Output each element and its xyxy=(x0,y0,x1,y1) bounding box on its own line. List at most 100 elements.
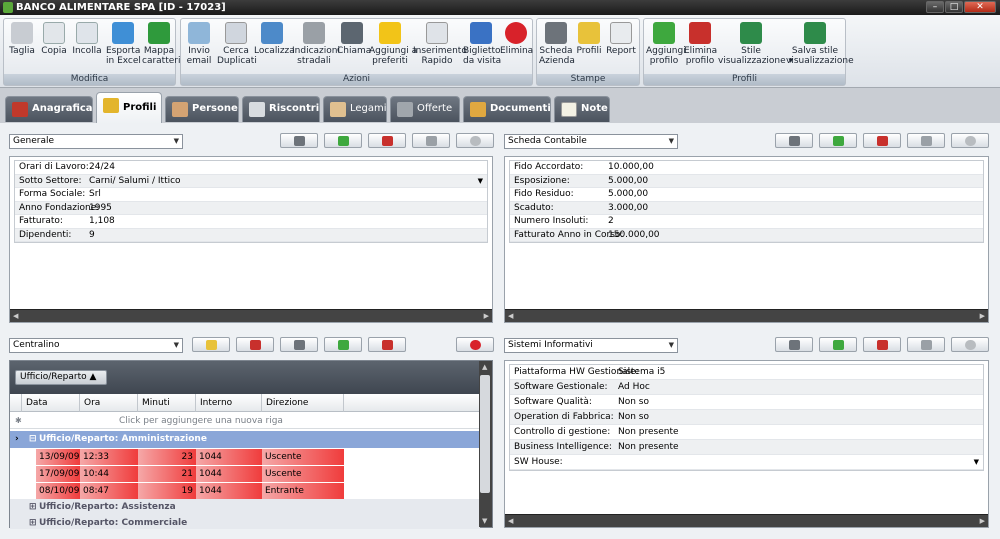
field-row[interactable]: Esposizione: 5.000,00 xyxy=(510,174,983,188)
vertical-scrollbar[interactable]: ▲ ▼ xyxy=(479,361,492,527)
field-value[interactable]: 1,108 xyxy=(89,215,115,228)
new-row[interactable]: ✱ Click per aggiungere una nuova riga xyxy=(10,413,480,429)
profile-combo-sistemi[interactable]: Sistemi Informativi ▼ xyxy=(504,338,678,353)
save-profile-button[interactable] xyxy=(907,337,945,352)
table-cell[interactable]: 1044 xyxy=(196,483,262,499)
field-row[interactable]: SW House: ▼ xyxy=(510,455,983,470)
profile-combo-contabile[interactable]: Scheda Contabile ▼ xyxy=(504,134,678,149)
field-row[interactable]: Business Intelligence: Non presente xyxy=(510,440,983,455)
close-button[interactable]: ✕ xyxy=(964,1,996,13)
table-cell[interactable]: 21 xyxy=(138,466,196,482)
delete-button[interactable]: Elimina xyxy=(500,22,533,56)
table-row[interactable]: 08/10/09 08:47 19 1044 Entrante xyxy=(10,483,480,499)
arrow-right-icon[interactable]: ▶ xyxy=(980,312,985,320)
field-row[interactable]: Orari di Lavoro: 24/24 xyxy=(15,161,487,175)
table-row[interactable]: 17/09/09 10:44 21 1044 Uscente xyxy=(10,466,480,482)
chevron-down-icon[interactable]: ▼ xyxy=(478,175,483,188)
field-row[interactable]: Piattaforma HW Gestionale: Sistema i5 xyxy=(510,365,983,380)
table-cell[interactable]: 08:47 xyxy=(80,483,138,499)
delete-profile-panel-button[interactable] xyxy=(456,337,494,352)
minimize-button[interactable]: – xyxy=(926,1,944,13)
column-header-interno[interactable]: Interno xyxy=(196,394,262,412)
scroll-thumb[interactable] xyxy=(480,375,490,493)
export-excel-button[interactable]: Esporta in Excel xyxy=(106,22,141,66)
save-view-style-button[interactable]: Salva stile visualizzazione xyxy=(786,22,854,66)
table-cell[interactable]: 1044 xyxy=(196,449,262,465)
print-profile-button[interactable] xyxy=(775,133,813,148)
field-value[interactable]: 1995 xyxy=(89,202,112,215)
character-map-button[interactable]: Mappa caratteri xyxy=(142,22,180,66)
field-row[interactable]: Fatturato Anno in Corso: 150.000,00 xyxy=(510,228,983,242)
collapse-icon[interactable]: ⊟ xyxy=(26,431,37,447)
field-value[interactable]: Carni/ Salumi / Ittico xyxy=(89,175,181,188)
table-cell[interactable]: Uscente xyxy=(262,449,344,465)
remove-field-button[interactable] xyxy=(863,337,901,352)
field-row[interactable]: Anno Fondazione: 1995 xyxy=(15,201,487,215)
save-profile-button[interactable] xyxy=(412,133,450,148)
field-row[interactable]: Software Gestionale: Ad Hoc xyxy=(510,380,983,395)
delete-profile-panel-button[interactable] xyxy=(951,337,989,352)
table-cell[interactable]: 12:33 xyxy=(80,449,138,465)
field-row[interactable]: Controllo di gestione: Non presente xyxy=(510,425,983,440)
tab-persone[interactable]: Persone xyxy=(165,96,239,122)
profile-combo-generale[interactable]: Generale ▼ xyxy=(9,134,183,149)
print-profile-button[interactable] xyxy=(280,133,318,148)
field-value[interactable]: 5.000,00 xyxy=(608,175,648,188)
tab-offerte[interactable]: Offerte xyxy=(390,96,460,122)
expand-icon[interactable]: ⊞ xyxy=(26,499,37,515)
table-cell[interactable]: Uscente xyxy=(262,466,344,482)
copy-button[interactable]: Copia xyxy=(40,22,68,56)
column-header-direzione[interactable]: Direzione xyxy=(262,394,344,412)
delete-profile-panel-button[interactable] xyxy=(951,133,989,148)
field-value[interactable]: 10.000,00 xyxy=(608,161,654,174)
tab-profili[interactable]: Profili xyxy=(96,92,162,124)
field-value[interactable]: Ad Hoc xyxy=(618,380,650,394)
arrow-right-icon[interactable]: ▶ xyxy=(980,517,985,525)
field-value[interactable]: Non so xyxy=(618,395,649,409)
field-value[interactable]: 9 xyxy=(89,229,95,242)
arrow-left-icon[interactable]: ◀ xyxy=(13,312,18,320)
field-row[interactable]: Operation di Fabbrica: Non so xyxy=(510,410,983,425)
add-favorites-button[interactable]: Aggiungi a preferiti xyxy=(369,22,417,66)
field-value[interactable]: 24/24 xyxy=(89,161,115,174)
tab-anagrafica[interactable]: Anagrafica xyxy=(5,96,93,122)
field-row[interactable]: Sotto Settore: Carni/ Salumi / Ittico ▼ xyxy=(15,174,487,188)
field-row[interactable]: Fatturato: 1,108 xyxy=(15,215,487,229)
column-header-ora[interactable]: Ora xyxy=(80,394,138,412)
arrow-down-icon[interactable]: ▼ xyxy=(482,517,487,525)
edit-record-button[interactable] xyxy=(192,337,230,352)
tab-note[interactable]: Note xyxy=(554,96,610,122)
print-profiles-button[interactable]: Profili xyxy=(575,22,603,56)
cut-button[interactable]: Taglia xyxy=(8,22,36,56)
delete-profile-panel-button[interactable] xyxy=(456,133,494,148)
field-row[interactable]: Fido Residuo: 5.000,00 xyxy=(510,188,983,202)
table-cell[interactable]: 17/09/09 xyxy=(36,466,80,482)
field-row[interactable]: Software Qualità: Non so xyxy=(510,395,983,410)
field-value[interactable]: 2 xyxy=(608,215,614,228)
maximize-button[interactable]: □ xyxy=(945,1,963,13)
remove-field-button[interactable] xyxy=(368,133,406,148)
save-profile-button[interactable] xyxy=(907,133,945,148)
tab-riscontri[interactable]: Riscontri xyxy=(242,96,320,122)
company-sheet-button[interactable]: Scheda Azienda xyxy=(539,22,575,66)
table-row[interactable]: 13/09/09 12:33 23 1044 Uscente xyxy=(10,449,480,465)
add-field-button[interactable] xyxy=(324,133,362,148)
table-cell[interactable]: 10:44 xyxy=(80,466,138,482)
print-profile-button[interactable] xyxy=(775,337,813,352)
tab-legami[interactable]: Legami xyxy=(323,96,387,122)
horizontal-scrollbar[interactable]: ◀ ▶ xyxy=(505,514,988,527)
field-row[interactable]: Numero Insoluti: 2 xyxy=(510,215,983,229)
column-header-data[interactable]: Data xyxy=(22,394,80,412)
group-row-commerciale[interactable]: ⊞ Ufficio/Reparto: Commerciale xyxy=(10,515,480,529)
group-by-chip[interactable]: Ufficio/Reparto ▲ xyxy=(15,370,107,385)
paste-button[interactable]: Incolla xyxy=(72,22,102,56)
horizontal-scrollbar[interactable]: ◀ ▶ xyxy=(505,309,988,322)
business-card-button[interactable]: Biglietto da visita xyxy=(463,22,501,66)
table-cell[interactable]: 08/10/09 xyxy=(36,483,80,499)
field-value[interactable]: 3.000,00 xyxy=(608,202,648,215)
add-profile-button[interactable]: Aggiungi profilo xyxy=(646,22,686,66)
call-button[interactable]: Chiama xyxy=(337,22,371,56)
table-cell[interactable]: 19 xyxy=(138,483,196,499)
add-field-button[interactable] xyxy=(819,133,857,148)
tab-documenti[interactable]: Documenti xyxy=(463,96,551,122)
